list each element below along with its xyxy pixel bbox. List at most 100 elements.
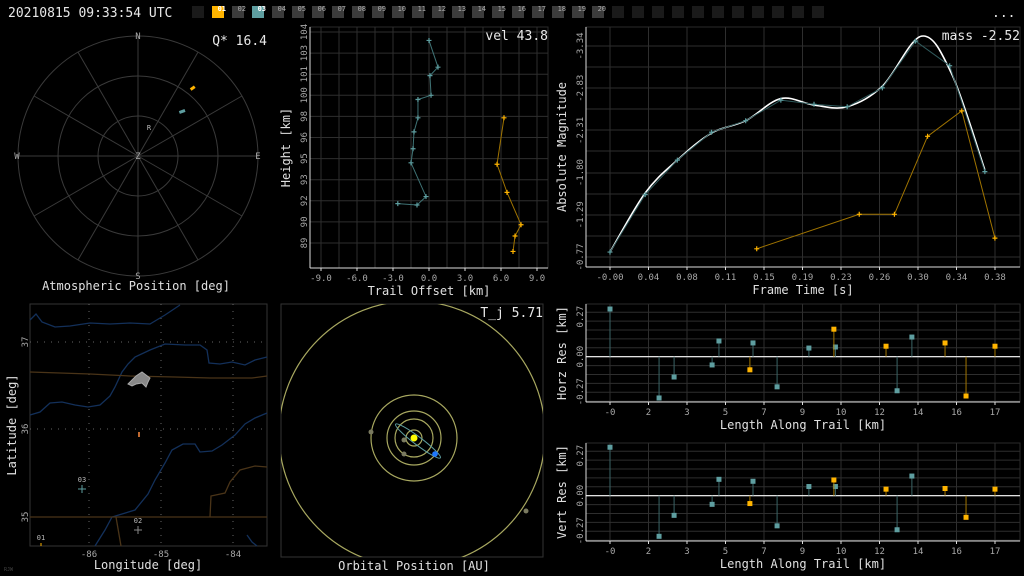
station-01-point [747, 501, 753, 507]
station-tab-06[interactable]: 06 [312, 5, 326, 18]
station-01-point [754, 246, 760, 252]
chart-stat: vel 43.8 [485, 29, 548, 44]
station-01-point [942, 340, 948, 346]
station-tab-12[interactable]: 12 [432, 5, 446, 18]
station-03-point [607, 444, 613, 450]
tab-label: 14 [478, 5, 486, 13]
station-01-point [992, 486, 998, 492]
station-02-marker[interactable]: 02 [134, 517, 142, 534]
station-tab-11[interactable]: 11 [412, 5, 426, 18]
station-03-point [909, 334, 915, 340]
y-tick-label: 89 [300, 238, 310, 249]
map-ylabel: Latitude [deg] [5, 374, 19, 475]
station-01-marker[interactable]: 01 [37, 534, 45, 546]
azimuth-spoke [137, 95, 243, 157]
station-03-line [609, 40, 986, 253]
station-03-marker[interactable]: 03 [78, 476, 86, 493]
x-tick-label: 0.11 [715, 273, 737, 283]
x-tick-label: 16 [951, 408, 962, 418]
tab-label: 19 [578, 5, 586, 13]
tab-label: 13 [458, 5, 466, 13]
menu-button[interactable]: ... [992, 6, 1015, 21]
station-tab-13[interactable]: 13 [452, 5, 466, 18]
atmospheric-position-panel: N E S W Z R Q* 16.4 Atmospheric Position… [14, 32, 267, 293]
y-tick-label: 100 [300, 87, 310, 103]
station-03-point [671, 512, 677, 518]
y-axis-label: Horz Res [km] [555, 306, 569, 400]
station-tab-18[interactable]: 18 [552, 5, 566, 18]
y-tick-label: 90 [300, 216, 310, 227]
azimuth-spoke [77, 51, 139, 157]
polar-title: Atmospheric Position [deg] [42, 279, 230, 293]
station-tab-10[interactable]: 10 [392, 5, 406, 18]
east-label: E [255, 152, 260, 162]
station-tab-09[interactable]: 09 [372, 5, 386, 18]
station-03-point [806, 484, 812, 490]
y-tick-label: 104 [300, 24, 310, 40]
x-tick-label: -0 [605, 547, 616, 557]
rivers [29, 304, 268, 547]
station-tab-15[interactable]: 15 [492, 5, 506, 18]
station-01-point [883, 486, 889, 492]
station-tab-16[interactable]: 16 [512, 5, 526, 18]
x-tick-label: 17 [990, 408, 1001, 418]
y-tick-label: 92 [300, 195, 310, 206]
tab-label: 09 [378, 5, 386, 13]
y-tick-label: 0.00 [576, 485, 586, 507]
y-tick-label: 103 [300, 45, 310, 61]
station-03-point [426, 37, 432, 43]
station-tab-02[interactable]: 02 [232, 5, 246, 18]
empty-tab [692, 6, 704, 18]
station-tab-01[interactable]: 01 [212, 5, 226, 18]
x-tick-label: -0.00 [596, 273, 623, 283]
y-tick-label: 0.27 [576, 306, 586, 328]
x-tick-label: 0.04 [638, 273, 660, 283]
station-tab-03[interactable]: 03 [252, 5, 266, 18]
zenith-label: Z [135, 152, 141, 162]
station-01-point [856, 211, 862, 217]
station-tab-04[interactable]: 04 [272, 5, 286, 18]
north-label: N [135, 32, 140, 42]
station-tab-14[interactable]: 14 [472, 5, 486, 18]
x-tick-label: 14 [913, 408, 924, 418]
empty-tab [672, 6, 684, 18]
station-03-point [909, 473, 915, 479]
state-borders [29, 371, 268, 547]
x-tick-label: -9.0 [310, 274, 332, 284]
x-tick-label: 3 [684, 408, 689, 418]
empty-tab [732, 6, 744, 18]
station-01-point [942, 485, 948, 491]
station-tab-08[interactable]: 08 [352, 5, 366, 18]
x-tick-label: 9 [800, 547, 805, 557]
station-03-point [607, 306, 613, 312]
tab-label: 20 [598, 5, 606, 13]
x-tick-label: 3.0 [457, 274, 473, 284]
tab-label: 16 [518, 5, 526, 13]
station-tab-07[interactable]: 07 [332, 5, 346, 18]
planet-orbits [281, 304, 543, 557]
station-01-point [891, 211, 897, 217]
x-axis-label: Trail Offset [km] [368, 284, 491, 298]
x-tick-label: 0.19 [792, 273, 814, 283]
y-tick-label: 93 [300, 174, 310, 185]
station-tab-05[interactable]: 05 [292, 5, 306, 18]
x-axis-label: Length Along Trail [km] [720, 418, 886, 432]
y-axis-label: Vert Res [km] [555, 445, 569, 539]
lat-tick: 36 [21, 424, 31, 435]
tab-label: 04 [278, 5, 286, 13]
station-01-point [747, 367, 753, 373]
tab-label: 17 [538, 5, 546, 13]
station-tab-20[interactable]: 20 [592, 5, 606, 18]
x-tick-label: 2 [646, 408, 651, 418]
x-tick-label: 5 [723, 547, 728, 557]
map-panel: 03 02 01 -86 -85 -84 37 36 35 Longitude … [4, 303, 268, 573]
x-tick-label: 10 [836, 408, 847, 418]
station-03-point [894, 527, 900, 533]
x-tick-label: 14 [913, 547, 924, 557]
y-tick-label: 96 [300, 132, 310, 143]
lon-tick: -84 [225, 550, 241, 560]
azimuth-spoke [33, 95, 139, 157]
station-tab-17[interactable]: 17 [532, 5, 546, 18]
x-tick-label: 0.38 [984, 273, 1006, 283]
station-tab-19[interactable]: 19 [572, 5, 586, 18]
